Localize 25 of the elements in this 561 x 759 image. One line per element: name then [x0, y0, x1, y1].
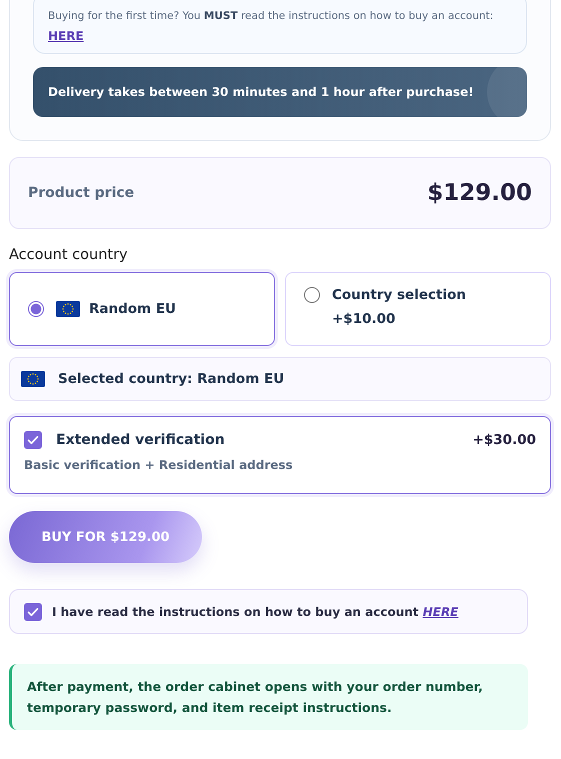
delivery-text: Delivery takes between 30 minutes and 1 hour after purchase! — [48, 85, 474, 99]
option-label: Country selection — [332, 287, 466, 303]
checkbox[interactable] — [24, 602, 42, 620]
check-icon — [26, 433, 40, 447]
country-option[interactable]: Country selection +$10.00 — [285, 272, 551, 346]
instructions-link[interactable]: HERE — [422, 604, 458, 618]
price-value: $129.00 — [427, 180, 532, 206]
option-description: Basic verification + Residential address — [24, 458, 294, 472]
price-label: Product price — [28, 185, 134, 201]
agreement-text: I have read the instructions on how to buy an account HERE — [52, 604, 458, 618]
option-price: +$30.00 — [472, 432, 536, 448]
instructions-link[interactable]: HERE — [48, 29, 84, 43]
option-label: Random EU — [89, 301, 176, 317]
radio-button[interactable] — [304, 287, 320, 303]
radio-button[interactable] — [28, 301, 44, 317]
selected-country-text: Selected country: Random EU — [58, 371, 284, 387]
info-note-text: After payment, the order cabinet opens with your order number, temporary password, and item receipt instructions. — [27, 678, 484, 717]
section-label: Account country — [9, 247, 129, 263]
country-option[interactable]: Random EU — [9, 272, 275, 346]
option-title: Extended verification — [56, 432, 225, 448]
checkbox[interactable] — [24, 431, 42, 449]
verification-option[interactable]: Extended verification +$30.00 Basic verification + Residential address — [9, 416, 551, 494]
eu-flag-icon — [21, 371, 45, 387]
notice-text: Buying for the first time? You MUST read the instructions on how to buy an account: — [48, 9, 494, 24]
option-price: +$10.00 — [332, 311, 396, 327]
